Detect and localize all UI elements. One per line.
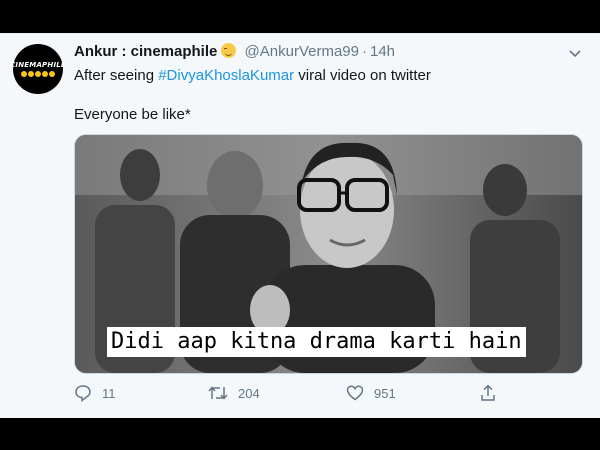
chevron-down-icon[interactable]	[568, 46, 582, 60]
separator-dot: ·	[362, 43, 367, 60]
avatar-logo-text: CINEMAPHILE	[10, 61, 66, 69]
tweet-card[interactable]: CINEMAPHILE Ankur : cinemaphile @AnkurVe…	[0, 33, 600, 419]
tweet-text-line2: Everyone be like*	[74, 106, 191, 123]
reply-button[interactable]: 11	[74, 384, 116, 402]
tweet-text-prefix: After seeing	[74, 67, 159, 84]
hashtag-link[interactable]: #DivyaKhoslaKumar	[158, 67, 294, 84]
avatar[interactable]: CINEMAPHILE	[10, 44, 66, 94]
retweet-count: 204	[238, 385, 260, 401]
avatar-emoji-row	[21, 71, 55, 77]
share-icon	[481, 384, 495, 401]
relieved-face-emoji-icon	[221, 43, 237, 58]
tweet-header: Ankur : cinemaphile @AnkurVerma99 · 14h	[74, 43, 395, 60]
display-name[interactable]: Ankur : cinemaphile	[74, 43, 217, 60]
like-button[interactable]: 951	[346, 384, 396, 402]
tweet-text-line1: After seeing #DivyaKhoslaKumar viral vid…	[74, 67, 431, 84]
reply-icon	[75, 385, 91, 402]
like-count: 951	[374, 385, 396, 401]
retweet-icon	[208, 386, 228, 400]
share-button[interactable]	[479, 384, 507, 402]
media-caption: Didi aap kitna drama karti hain	[107, 327, 526, 357]
like-icon	[346, 385, 364, 401]
tweet-timestamp[interactable]: 14h	[370, 43, 395, 60]
reply-count: 11	[102, 385, 116, 401]
bottom-black-bar	[0, 418, 600, 450]
tweet-text-suffix: viral video on twitter	[294, 67, 431, 84]
user-handle[interactable]: @AnkurVerma99	[245, 43, 359, 60]
retweet-button[interactable]: 204	[208, 384, 260, 402]
tweet-media-image[interactable]: Didi aap kitna drama karti hain	[74, 134, 583, 374]
tweet-actions: 11 204 951	[74, 384, 574, 404]
